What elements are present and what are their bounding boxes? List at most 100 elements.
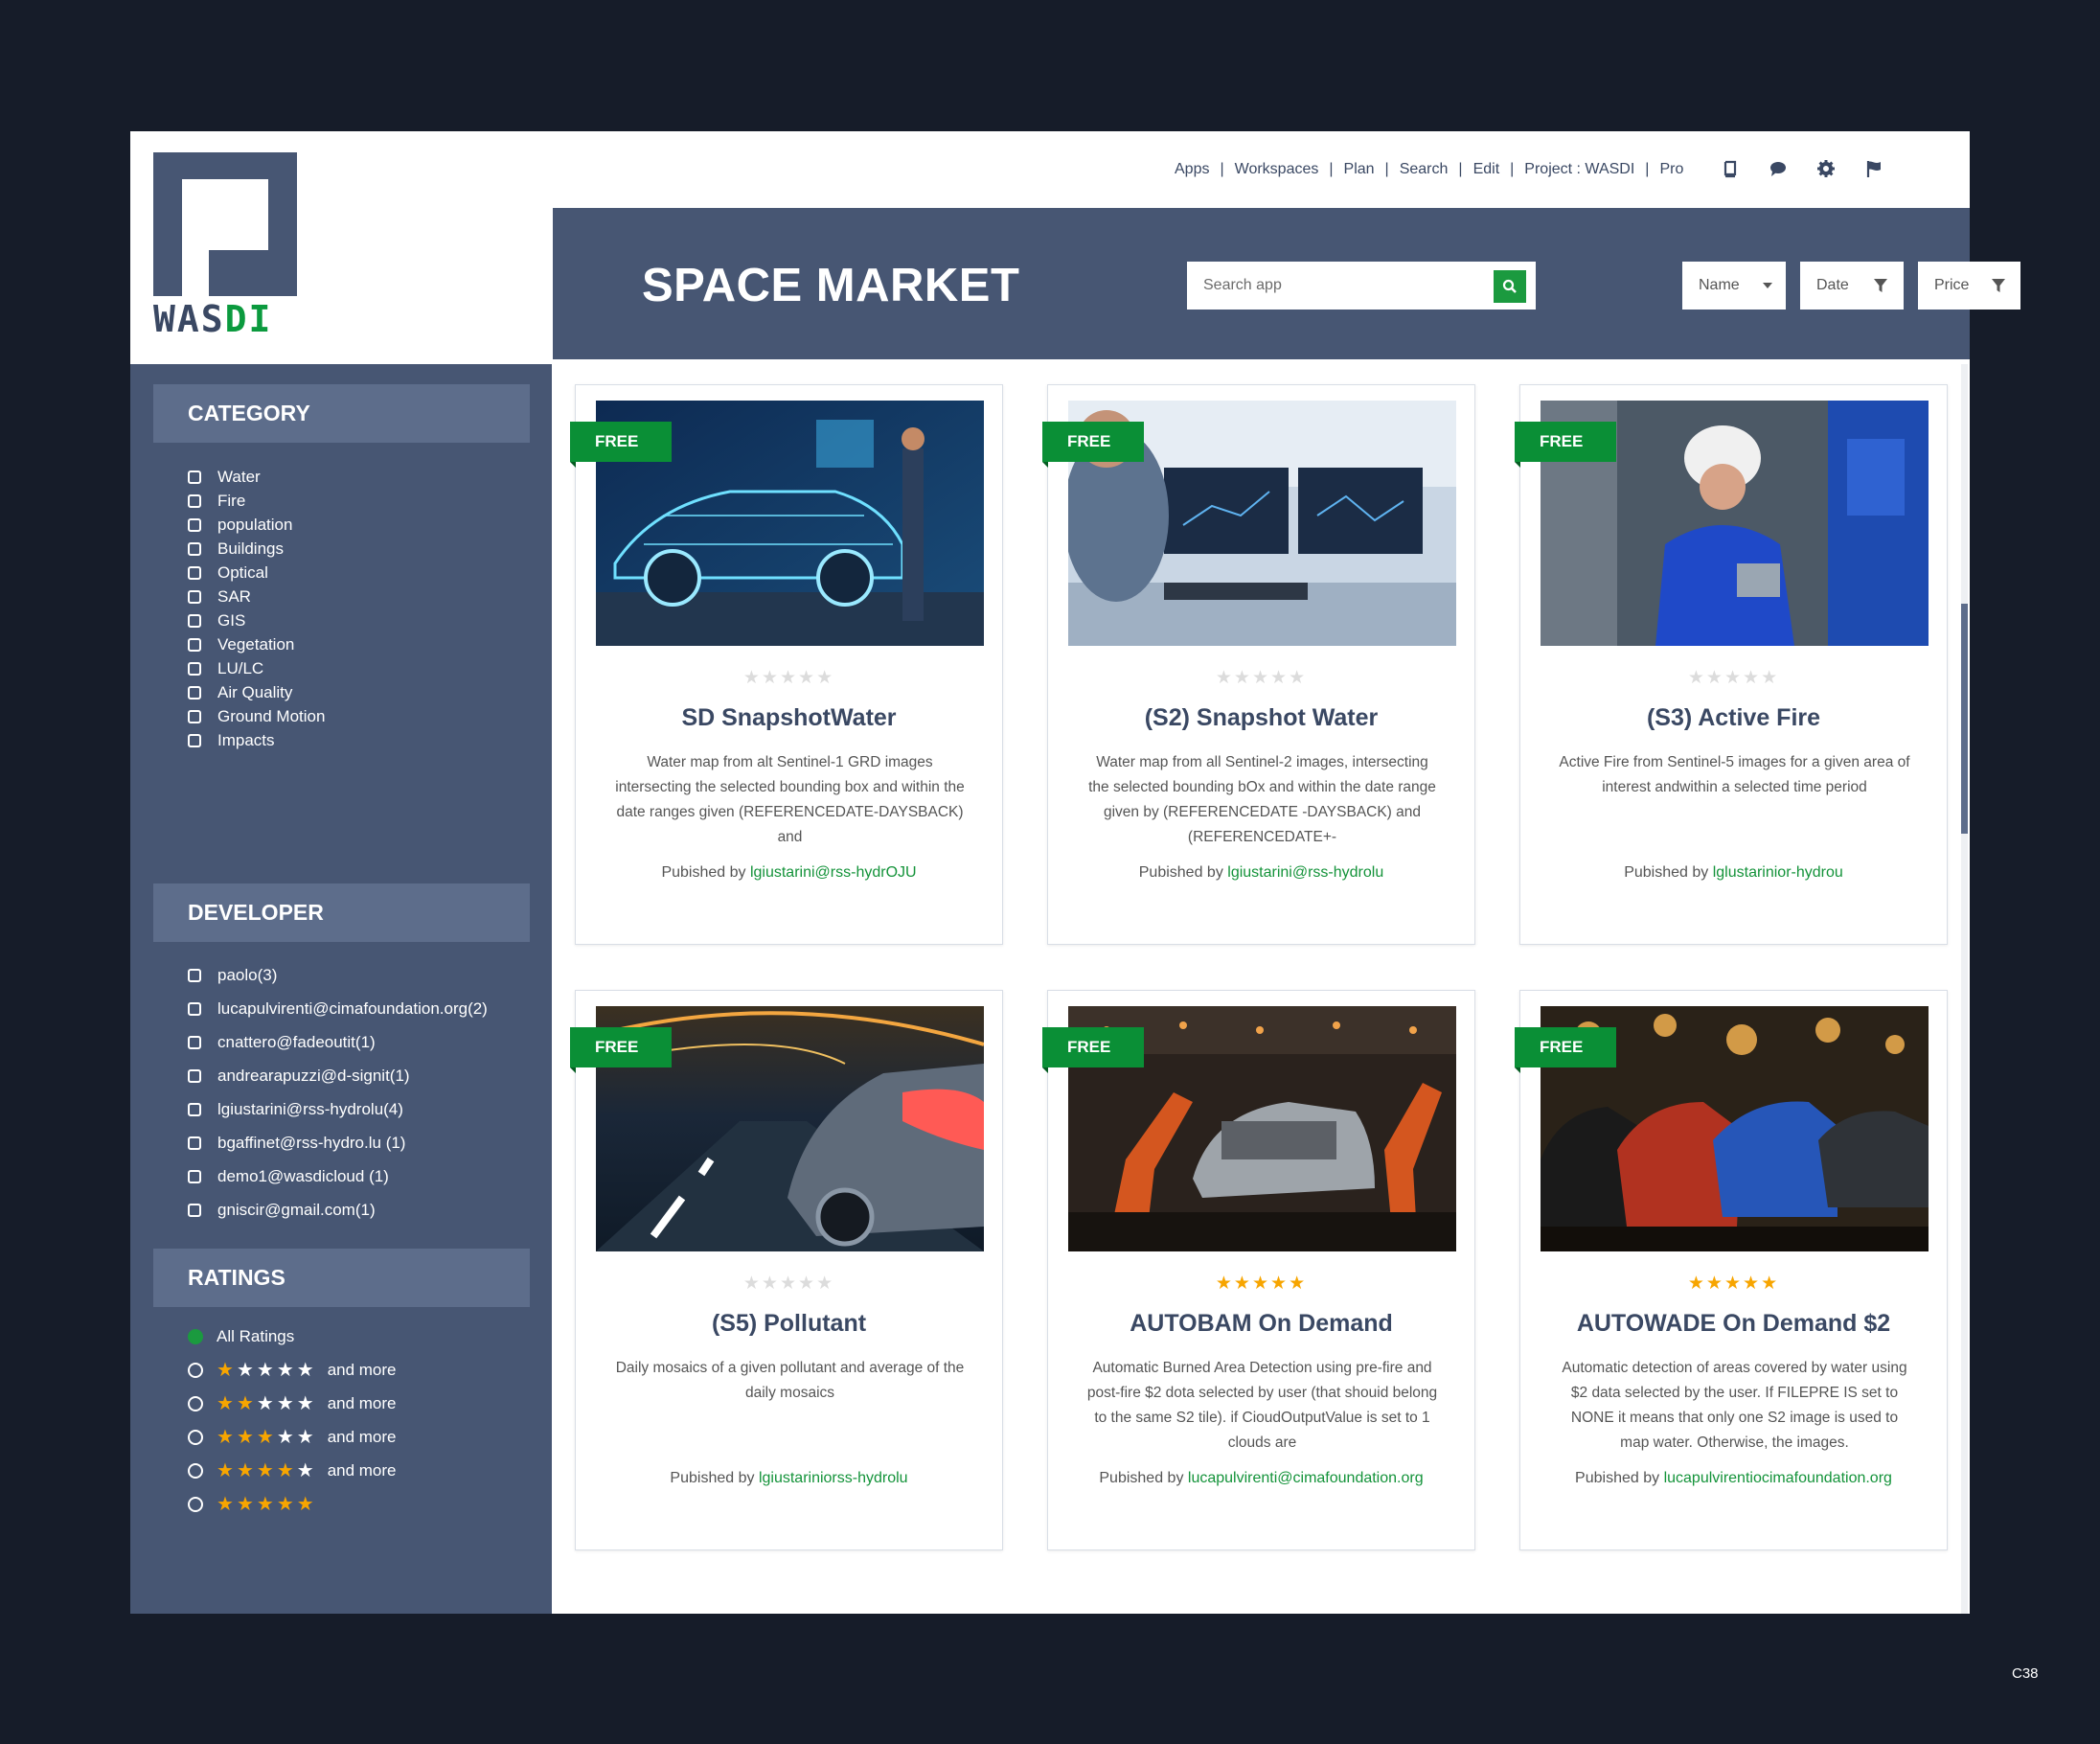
checkbox[interactable] — [188, 710, 201, 723]
developer-label: bgaffinet@rss-hydro.lu (1) — [217, 1134, 406, 1152]
publisher-link[interactable]: lgiustarini@rss-hydrolu — [1227, 864, 1383, 881]
app-publisher: Pubished by lglustarinior-hydrou — [1520, 864, 1947, 882]
radio-button[interactable] — [188, 1430, 203, 1445]
checkbox[interactable] — [188, 1170, 201, 1183]
star-icon: ★ — [217, 1360, 234, 1381]
app-title[interactable]: AUTOBAM On Demand — [1048, 1310, 1474, 1338]
checkbox[interactable] — [188, 734, 201, 747]
nav-item[interactable]: Search — [1400, 161, 1449, 178]
publisher-link[interactable]: lgiustariniorss-hydrolu — [759, 1470, 908, 1486]
rating-option[interactable]: ★ ★ ★ ★ ★ and more — [188, 1459, 397, 1482]
chat-icon[interactable] — [1769, 159, 1788, 178]
checkbox[interactable] — [188, 566, 201, 580]
checkbox[interactable] — [188, 1036, 201, 1049]
developer-option[interactable]: gniscir@gmail.com(1) — [188, 1199, 376, 1222]
app-card[interactable]: FREE ★★★★★ (S3) Active Fire Active Fire fro… — [1515, 384, 1948, 945]
app-title[interactable]: (S3) Active Fire — [1520, 704, 1947, 732]
checkbox[interactable] — [188, 590, 201, 604]
rating-option-all[interactable]: All Ratings — [188, 1325, 294, 1348]
nav-item[interactable]: Pro — [1659, 161, 1683, 178]
nav-item[interactable]: Apps — [1175, 161, 1209, 178]
sort-name-dropdown[interactable]: Name — [1682, 262, 1786, 310]
rating-option[interactable]: ★ ★ ★ ★ ★ and more — [188, 1359, 397, 1382]
app-window: WASDI Apps | Workspaces | Plan | Search | Edit | P… — [130, 131, 2020, 1614]
sort-date-filter[interactable]: Date — [1800, 262, 1904, 310]
rating-option[interactable]: ★ ★ ★ ★ ★ and more — [188, 1426, 397, 1449]
publisher-link[interactable]: lglustarinior-hydrou — [1713, 864, 1843, 881]
developer-option[interactable]: lgiustarini@rss-hydrolu(4) — [188, 1098, 403, 1121]
radio-button[interactable] — [188, 1396, 203, 1411]
category-label: Vegetation — [217, 635, 295, 654]
app-card[interactable]: FREE ★★★★★ AUTOBAM On Demand Automatic Burn… — [1042, 990, 1475, 1550]
category-option[interactable]: population — [188, 514, 292, 537]
publisher-prefix: Pubished by — [670, 1470, 755, 1486]
app-card[interactable]: FREE ★★★★★ (S2) Snapshot Water Water map fr… — [1042, 384, 1475, 945]
category-option[interactable]: Optical — [188, 562, 268, 585]
radio-button[interactable] — [188, 1497, 203, 1512]
radio-button[interactable] — [188, 1363, 203, 1378]
category-option[interactable]: Fire — [188, 490, 245, 513]
gear-icon[interactable] — [1816, 159, 1836, 178]
nav-item[interactable]: Edit — [1473, 161, 1500, 178]
rating-option[interactable]: ★ ★ ★ ★ ★ and more — [188, 1392, 397, 1415]
nav-item[interactable]: Workspaces — [1235, 161, 1319, 178]
checkbox[interactable] — [188, 686, 201, 700]
category-option[interactable]: GIS — [188, 609, 245, 632]
category-option[interactable]: Vegetation — [188, 633, 294, 656]
checkbox[interactable] — [188, 1136, 201, 1150]
checkbox[interactable] — [188, 638, 201, 652]
rating-option[interactable]: ★ ★ ★ ★ ★ — [188, 1493, 328, 1516]
radio-selected[interactable] — [188, 1329, 203, 1344]
star-icon: ★ — [1761, 1274, 1780, 1294]
checkbox[interactable] — [188, 518, 201, 532]
content-scrollbar[interactable] — [1961, 364, 1968, 1614]
app-title[interactable]: (S2) Snapshot Water — [1048, 704, 1474, 732]
checkbox[interactable] — [188, 494, 201, 508]
search-input[interactable] — [1187, 262, 1494, 310]
checkbox[interactable] — [188, 614, 201, 628]
developer-option[interactable]: bgaffinet@rss-hydro.lu (1) — [188, 1132, 405, 1155]
category-option[interactable]: Impacts — [188, 729, 275, 752]
checkbox[interactable] — [188, 1103, 201, 1116]
nav-item[interactable]: Plan — [1344, 161, 1375, 178]
wasdi-logo[interactable]: WASDI — [153, 152, 297, 340]
publisher-link[interactable]: lgiustarini@rss-hydrOJU — [750, 864, 917, 881]
checkbox[interactable] — [188, 542, 201, 556]
app-title[interactable]: AUTOWADE On Demand $2 — [1520, 1310, 1947, 1338]
publisher-link[interactable]: lucapulvirentiocimafoundation.org — [1664, 1470, 1892, 1486]
checkbox[interactable] — [188, 969, 201, 982]
app-card[interactable]: FREE ★★★★★ SD SnapshotWater Water map from … — [570, 384, 1003, 945]
category-option[interactable]: Air Quality — [188, 681, 292, 704]
category-option[interactable]: Water — [188, 466, 261, 489]
nav-item[interactable]: Project : WASDI — [1524, 161, 1634, 178]
developer-option[interactable]: paolo(3) — [188, 964, 277, 987]
category-option[interactable]: LU/LC — [188, 657, 263, 680]
app-card[interactable]: FREE ★★★★★ AUTOWADE On Demand $2 Automatic … — [1515, 990, 1948, 1550]
app-title[interactable]: (S5) Pollutant — [576, 1310, 1002, 1338]
category-option[interactable]: SAR — [188, 585, 251, 608]
developer-option[interactable]: cnattero@fadeoutit(1) — [188, 1031, 376, 1054]
checkbox[interactable] — [188, 1069, 201, 1083]
checkbox[interactable] — [188, 470, 201, 484]
checkbox[interactable] — [188, 1204, 201, 1217]
star-icon: ★ — [296, 1427, 314, 1448]
flag-icon[interactable] — [1864, 159, 1883, 178]
category-option[interactable]: Ground Motion — [188, 705, 325, 728]
checkbox[interactable] — [188, 1002, 201, 1016]
developer-option[interactable]: lucapulvirenti@cimafoundation.org(2) — [188, 998, 488, 1021]
scrollbar-thumb[interactable] — [1961, 604, 1968, 834]
sort-price-filter[interactable]: Price — [1918, 262, 2020, 310]
category-option[interactable]: Buildings — [188, 538, 284, 561]
star-icon: ★ — [1687, 1274, 1706, 1294]
developer-option[interactable]: demo1@wasdicloud (1) — [188, 1165, 389, 1188]
category-label: population — [217, 516, 293, 534]
app-title[interactable]: SD SnapshotWater — [576, 704, 1002, 732]
radio-button[interactable] — [188, 1463, 203, 1479]
app-description: Automatic detection of areas covered by … — [1562, 1360, 1907, 1451]
book-icon[interactable] — [1721, 159, 1740, 178]
search-button[interactable] — [1494, 270, 1526, 303]
checkbox[interactable] — [188, 662, 201, 676]
app-card[interactable]: FREE ★★★★★ (S5) Pollutant Daily mosaics of … — [570, 990, 1003, 1550]
developer-option[interactable]: andrearapuzzi@d-signit(1) — [188, 1065, 410, 1088]
publisher-link[interactable]: lucapulvirenti@cimafoundation.org — [1188, 1470, 1424, 1486]
